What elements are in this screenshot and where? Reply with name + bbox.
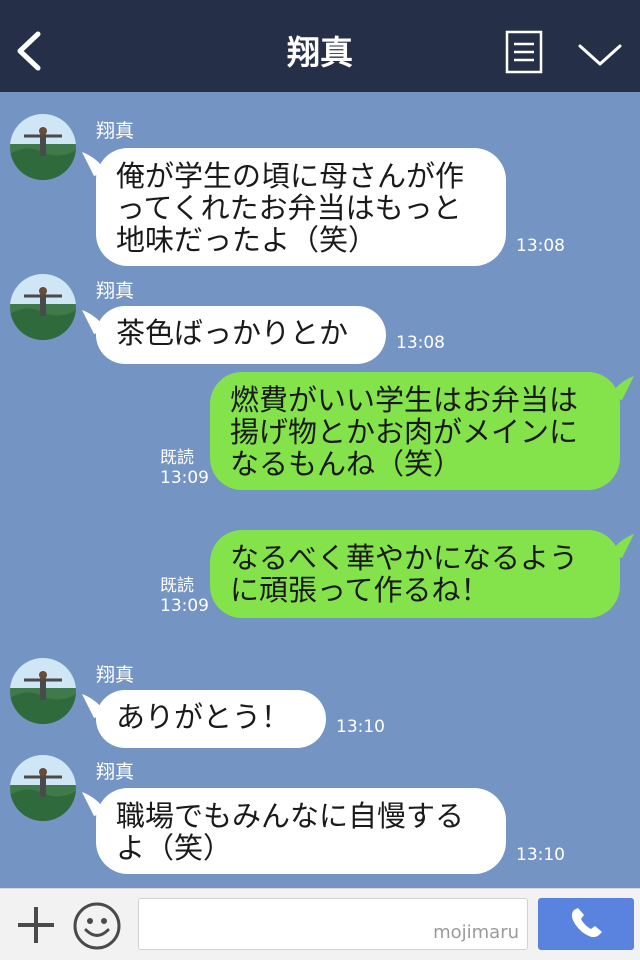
bubble-tail <box>610 534 634 558</box>
avatar[interactable] <box>10 274 76 340</box>
read-receipt: 既読 13:09 <box>160 448 209 488</box>
message-time: 13:08 <box>396 333 445 353</box>
avatar-photo <box>10 274 76 340</box>
read-receipt: 既読 13:09 <box>160 576 209 616</box>
bubble-tail <box>82 152 106 176</box>
chevron-down-icon[interactable] <box>576 36 624 72</box>
bubble-tail <box>82 694 106 718</box>
avatar[interactable] <box>10 755 76 821</box>
sender-name: 翔真 <box>96 761 135 783</box>
message-bubble[interactable]: 茶色ばっかりとか <box>82 306 386 364</box>
message-time: 13:10 <box>516 845 565 865</box>
message-input[interactable]: mojimaru <box>138 898 528 950</box>
sender-name: 翔真 <box>96 280 135 302</box>
chat-title: 翔真 <box>287 33 353 72</box>
message-text: 俺が学生の頃に母さんが作 ってくれたお弁当はもっと 地味だったよ（笑） <box>116 159 465 257</box>
message-bubble[interactable]: なるべく華やかになるよう に頑張って作るね！ <box>210 530 634 618</box>
message-time: 13:08 <box>516 236 565 256</box>
plus-icon[interactable] <box>14 903 58 947</box>
avatar-photo <box>10 658 76 724</box>
phone-icon <box>571 908 602 938</box>
bubble-tail <box>610 376 634 400</box>
message-time: 13:09 <box>160 468 209 488</box>
message-bubble[interactable]: 俺が学生の頃に母さんが作 ってくれたお弁当はもっと 地味だったよ（笑） <box>82 148 506 266</box>
avatar-photo <box>10 114 76 180</box>
call-button[interactable] <box>538 898 634 950</box>
message-time: 13:09 <box>160 596 209 616</box>
message-list[interactable]: 翔真 俺が学生の頃に母さんが作 ってくれたお弁当はもっと 地味だったよ（笑） 1… <box>0 92 640 888</box>
message-text: 燃費がいい学生はお弁当は 揚げ物とかお肉がメインに なるもんね（笑） <box>230 383 579 481</box>
sender-name: 翔真 <box>96 120 135 142</box>
chat-header: 翔真 <box>0 0 640 92</box>
avatar[interactable] <box>10 658 76 724</box>
message-text: ありがとう！ <box>116 700 291 734</box>
smiley-icon[interactable] <box>72 901 122 951</box>
input-bar: mojimaru <box>0 888 640 960</box>
avatar[interactable] <box>10 114 76 180</box>
message-bubble[interactable]: 燃費がいい学生はお弁当は 揚げ物とかお肉がメインに なるもんね（笑） <box>210 372 634 490</box>
read-label: 既読 <box>160 448 194 468</box>
message-time: 13:10 <box>336 717 385 737</box>
message-text: なるべく華やかになるよう に頑張って作るね！ <box>230 541 579 607</box>
sender-name: 翔真 <box>96 664 135 686</box>
message-bubble[interactable]: 職場でもみんなに自慢する よ（笑） <box>82 788 506 874</box>
avatar-photo <box>10 755 76 821</box>
read-label: 既読 <box>160 576 194 596</box>
note-list-icon[interactable] <box>504 30 544 74</box>
message-bubble[interactable]: ありがとう！ <box>82 690 326 748</box>
message-text: 茶色ばっかりとか <box>116 316 349 350</box>
message-text: 職場でもみんなに自慢する よ（笑） <box>116 799 465 865</box>
bubble-tail <box>82 792 106 816</box>
bubble-tail <box>82 310 106 334</box>
watermark: mojimaru <box>433 922 519 943</box>
